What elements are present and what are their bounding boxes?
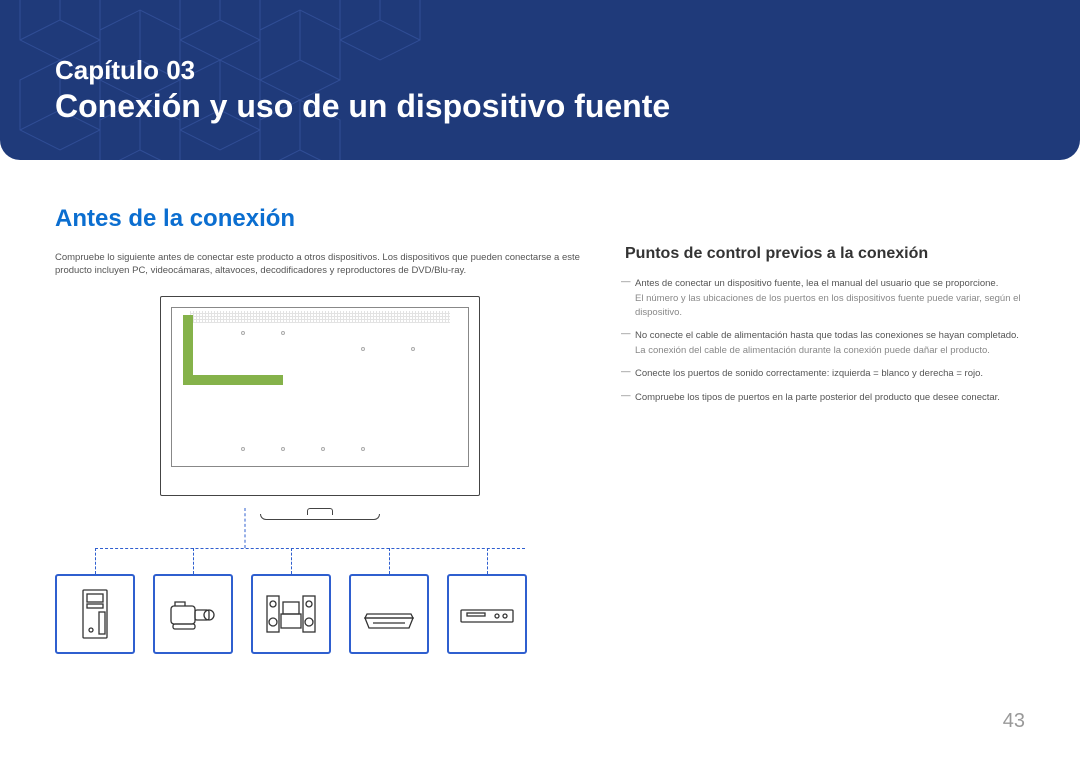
tip-item: Antes de conectar un dispositivo fuente,… xyxy=(625,277,1025,319)
settop-box-icon xyxy=(349,574,429,654)
page-number: 43 xyxy=(1003,710,1025,733)
tip-main-text: Antes de conectar un dispositivo fuente,… xyxy=(635,278,998,289)
tip-sub-text: El número y las ubicaciones de los puert… xyxy=(635,292,1025,319)
dvd-player-icon xyxy=(447,574,527,654)
connection-diagram xyxy=(55,296,585,661)
monitor-rear-illustration xyxy=(160,296,480,496)
chapter-banner: Capítulo 03 Conexión y uso de un disposi… xyxy=(0,0,1080,160)
subheading: Puntos de control previos a la conexión xyxy=(625,245,1025,263)
tip-sub-text: La conexión del cable de alimentación du… xyxy=(635,344,1025,357)
tip-item: Conecte los puertos de sonido correctame… xyxy=(625,367,1025,380)
tip-main-text: Conecte los puertos de sonido correctame… xyxy=(635,368,983,379)
pc-tower-icon xyxy=(55,574,135,654)
section-heading: Antes de la conexión xyxy=(55,205,585,233)
tip-main-text: Compruebe los tipos de puertos en la par… xyxy=(635,392,1000,403)
tip-item: Compruebe los tipos de puertos en la par… xyxy=(625,391,1025,404)
chapter-label: Capítulo 03 xyxy=(55,55,670,86)
chapter-title: Conexión y uso de un dispositivo fuente xyxy=(55,88,670,125)
camcorder-icon xyxy=(153,574,233,654)
tip-item: No conecte el cable de alimentación hast… xyxy=(625,329,1025,358)
intro-paragraph: Compruebe lo siguiente antes de conectar… xyxy=(55,251,585,278)
tip-main-text: No conecte el cable de alimentación hast… xyxy=(635,330,1019,341)
stereo-speakers-icon xyxy=(251,574,331,654)
tips-list: Antes de conectar un dispositivo fuente,… xyxy=(625,277,1025,404)
